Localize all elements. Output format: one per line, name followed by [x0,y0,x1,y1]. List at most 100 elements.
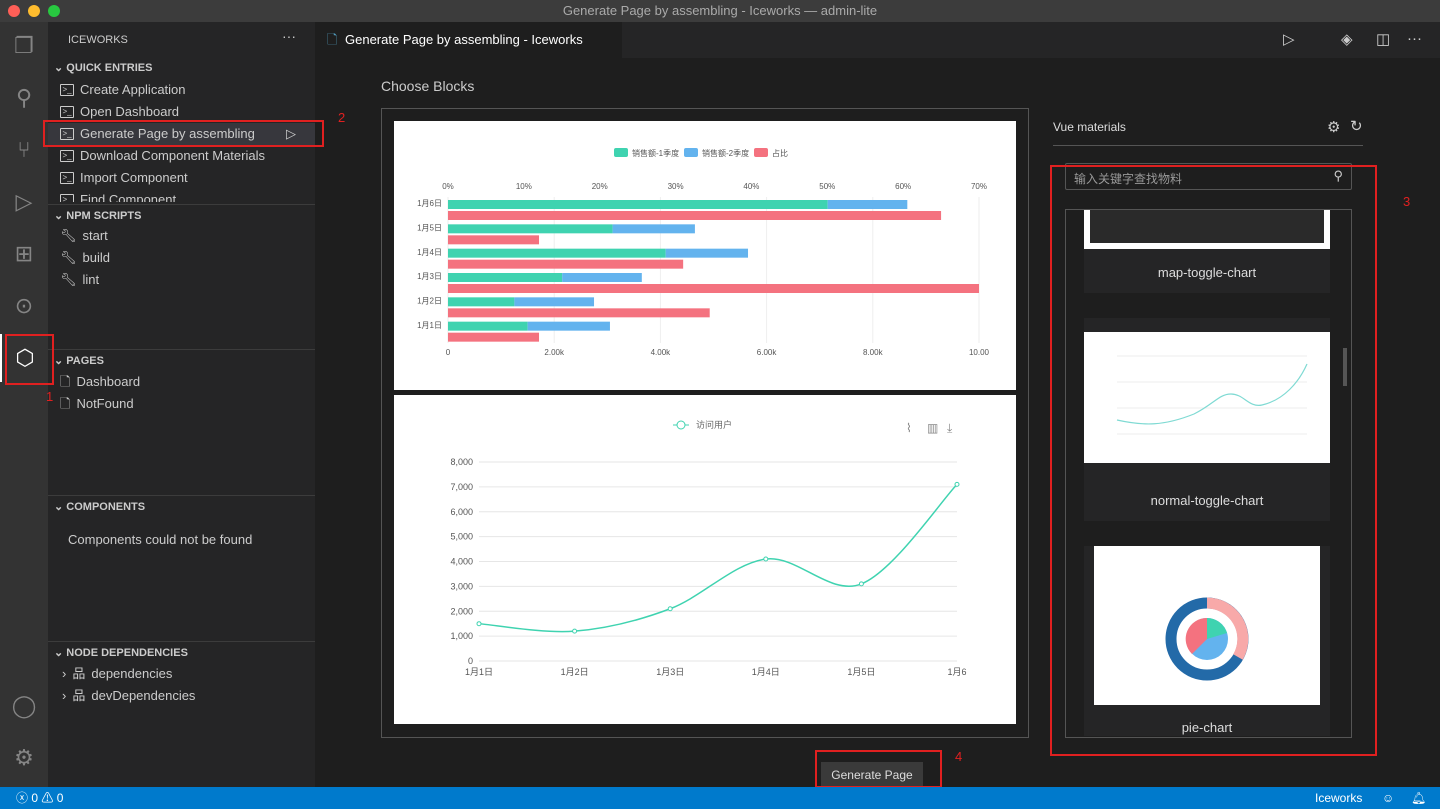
file-icon: 🗋 [327,32,338,47]
y-tick-label: 1月2日 [417,297,442,306]
annotation-label: 2 [338,110,346,125]
npm-script-item[interactable]: 🔧︎ start [48,225,315,247]
legend-marker [676,420,686,430]
tab-vue-materials[interactable]: Vue materials [1053,120,1136,134]
bar-ratio [448,308,710,318]
search-icon[interactable]: ⚲ [0,74,48,122]
npm-scripts-header[interactable]: ⌄ NPM SCRIPTS [48,204,315,226]
x-tick-label: 4.00k [651,348,672,357]
extensions-icon[interactable]: ⊞ [0,230,48,278]
bar-chart-block[interactable]: 销售额-1季度 销售额-2季度 占比 0 2.00k 4.00k 6.00k 8.00k 10.… [394,121,1016,390]
problems-indicator[interactable]: ⓧ 0 ⚠ 0 [16,787,63,809]
run-debug-icon[interactable]: ▷ [0,178,48,226]
bar-q2 [514,297,595,307]
npm-script-item[interactable]: 🔧︎ lint [48,269,315,291]
close-window-button[interactable] [8,5,20,17]
y-tick-label: 0 [468,656,473,666]
quick-entry-item[interactable]: >_ Create Application [48,79,315,101]
terminal-icon: >_ [60,172,74,184]
bar-ratio [448,259,684,269]
y-tick-label: 8,000 [450,457,473,467]
x-top-tick-label: 30% [668,182,684,191]
bar-ratio [448,284,979,293]
quick-entry-item[interactable]: >_ Find Component [48,189,315,202]
y-tick-label: 7,000 [450,482,473,492]
y-tick-label: 2,000 [450,606,473,616]
components-empty-text: Components could not be found [68,532,253,547]
bar-ratio [448,332,540,342]
x-tick-label: 1月5日 [847,667,875,677]
bar-q2 [612,224,695,234]
layers-icon[interactable]: ◈ [1341,30,1353,48]
maximize-window-button[interactable] [48,5,60,17]
y-tick-label: 4,000 [450,557,473,567]
page-item[interactable]: 🗋 NotFound [48,393,315,415]
run-icon[interactable]: ▷ [1283,30,1295,48]
dependency-item[interactable]: › 品 dependencies [48,663,315,685]
bar-q1 [448,321,528,331]
more-actions-icon[interactable]: ··· [1407,30,1422,47]
x-top-tick-label: 20% [592,182,608,191]
wrench-icon: 🔧︎ [60,228,77,243]
x-tick-label: 1月4日 [752,667,780,677]
legend-swatch [754,148,768,157]
terminal-icon: >_ [60,150,74,162]
x-tick-label: 1月6 [947,667,966,677]
divider [1053,145,1363,146]
y-tick-label: 1月6日 [417,199,442,208]
x-top-tick-label: 10% [516,182,532,191]
annotation-label: 1 [46,389,54,404]
quick-entry-item[interactable]: >_ Download Component Materials [48,145,315,167]
y-tick-label: 3,000 [450,581,473,591]
annotation-box-2 [43,120,324,147]
account-icon[interactable]: ◯ [0,682,48,730]
components-header[interactable]: ⌄ COMPONENTS [48,495,315,517]
annotation-box-4 [815,750,942,788]
page-item[interactable]: 🗋 Dashboard [48,371,315,393]
terminal-icon: >_ [60,106,74,118]
pages-header[interactable]: ⌄ PAGES [48,349,315,371]
x-tick-label: 8.00k [863,348,884,357]
bar-ratio [448,235,540,245]
dependency-item[interactable]: › 品 devDependencies [48,685,315,707]
terminal-icon: >_ [60,194,74,202]
bar-q2 [562,273,642,282]
annotation-label: 3 [1403,194,1411,209]
explorer-icon[interactable]: ❐ [0,22,48,70]
minimize-window-button[interactable] [28,5,40,17]
x-tick-label: 1月2日 [561,667,589,677]
notifications-bell-icon[interactable]: 🔔︎ [1411,787,1426,809]
quick-entries-header[interactable]: ⌄ QUICK ENTRIES [48,57,315,79]
split-editor-icon[interactable]: ◫ [1376,30,1390,48]
line-chart-block[interactable]: 访问用户 ⌇ ▥ ⤓ 0 1,000 2,000 3,000 4,000 5,000 6,000 7,… [394,395,1016,724]
terminal-icon: >_ [60,84,74,96]
bar-ratio [448,211,942,220]
status-iceworks[interactable]: Iceworks [1315,787,1362,809]
x-top-tick-label: 60% [895,182,911,191]
y-tick-label: 1月1日 [417,321,442,330]
node-deps-header[interactable]: ⌄ NODE DEPENDENCIES [48,641,315,663]
source-control-icon[interactable]: ⑂ [0,126,48,174]
npm-script-item[interactable]: 🔧︎ build [48,247,315,269]
more-actions-icon[interactable]: ··· [282,28,296,44]
feedback-icon[interactable]: ☺ [1382,787,1394,809]
git-graph-icon[interactable]: ⊙ [0,282,48,330]
wrench-icon: 🔧︎ [60,250,77,265]
tab-bar: 🗋 Generate Page by assembling - Iceworks … [315,22,1440,58]
hierarchy-icon: 品 [72,688,86,703]
refresh-icon[interactable]: ↻ [1350,117,1363,135]
x-tick-label: 6.00k [757,348,778,357]
bar-q1 [448,297,515,307]
annotation-label: 4 [955,749,963,764]
legend-label: 销售额-1季度 [632,148,679,158]
x-tick-label: 1月1日 [465,667,493,677]
settings-gear-icon[interactable]: ⚙ [1327,118,1340,136]
data-point [667,606,673,612]
quick-entry-item[interactable]: >_ Import Component [48,167,315,189]
y-tick-label: 1,000 [450,631,473,641]
tab-generate-page[interactable]: 🗋 Generate Page by assembling - Iceworks [315,22,622,58]
bar-view-icon: ▥ [927,421,938,435]
file-icon: 🗋 [60,374,71,389]
x-top-tick-label: 40% [743,182,759,191]
settings-gear-icon[interactable]: ⚙ [0,734,48,782]
